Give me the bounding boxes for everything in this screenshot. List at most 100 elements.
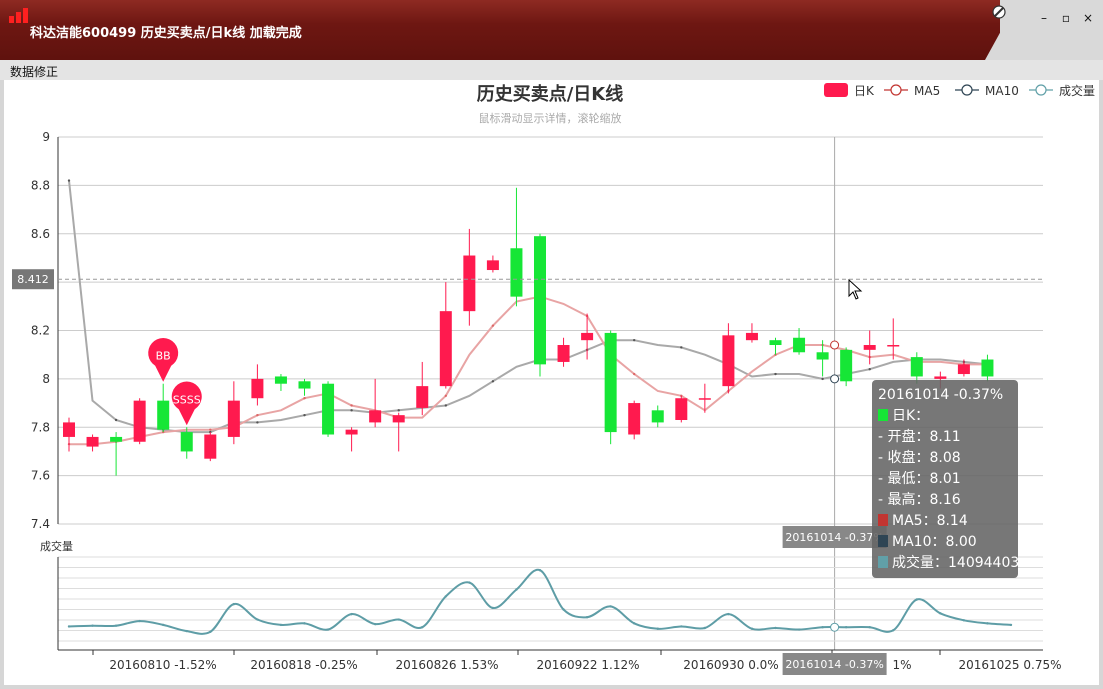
volume-axis-label: 成交量	[40, 539, 73, 553]
tooltip-row: - 最低：8.01	[878, 469, 1018, 490]
volume-point	[892, 629, 895, 632]
settings-disc-icon[interactable]	[992, 5, 1006, 19]
ma10-point	[821, 377, 824, 381]
close-button[interactable]: ×	[1080, 10, 1096, 26]
candle-body	[204, 434, 217, 459]
y-tick-label: 7.4	[31, 517, 50, 531]
window-title: 科达洁能600499 历史买卖点/日k线 加载完成	[30, 26, 302, 41]
chart-title: 历史买卖点/日K线	[477, 83, 624, 105]
volume-point	[256, 618, 259, 621]
candle-body	[251, 378, 264, 399]
maximize-button[interactable]: ▫	[1058, 10, 1074, 26]
legend-label-1: MA5	[914, 84, 940, 98]
candle-body	[934, 376, 947, 379]
candle-body	[863, 345, 876, 350]
volume-point	[585, 616, 589, 619]
ma5-point	[633, 372, 636, 376]
chart-tooltip: 20161014 -0.37% 日K： - 开盘：8.11 - 收盘：8.08 - 最低…	[872, 380, 1020, 578]
candle-body	[534, 236, 546, 365]
menu-bar: 数据修正	[0, 60, 1103, 80]
crosshair-price-label: 8.412	[17, 273, 49, 286]
y-tick-label: 7.8	[31, 420, 50, 434]
volume-point	[797, 628, 801, 631]
legend-marker-1	[890, 84, 902, 96]
app-logo-icon	[9, 8, 28, 23]
crosshair-date-label-bottom: 20161014 -0.37%	[785, 658, 883, 671]
volume-point	[656, 627, 659, 630]
candle-body	[416, 386, 429, 408]
tooltip-swatch	[878, 514, 888, 526]
volume-point	[633, 622, 636, 625]
tooltip-row-label: 成交量：14094403	[892, 555, 1020, 571]
volume-point	[373, 622, 377, 626]
candle-body	[581, 332, 594, 341]
ma10-point	[397, 409, 400, 412]
x-tick-label: 20160826 1.53%	[395, 658, 498, 672]
tooltip-row-label: - 最低：8.01	[878, 471, 961, 487]
candle-body	[722, 335, 735, 387]
volume-point	[444, 595, 447, 598]
ma10-point	[444, 404, 447, 407]
volume-point	[468, 581, 471, 584]
volume-point	[91, 624, 94, 627]
candle-body	[157, 400, 170, 430]
candle-body	[957, 364, 970, 375]
y-tick-label: 8	[42, 372, 50, 386]
mouse-cursor-icon	[848, 278, 863, 300]
x-tick-label: 20160810 -1.52%	[109, 658, 216, 672]
x-tick-label: 20160922 1.12%	[536, 658, 639, 672]
legend-label-0: 日K	[854, 84, 875, 98]
legend-swatch-kline	[824, 83, 848, 97]
tooltip-swatch	[878, 409, 888, 421]
volume-point	[609, 605, 612, 608]
ma5-point	[209, 428, 212, 431]
ma10-point	[680, 346, 683, 349]
ma10-point	[491, 380, 495, 383]
tooltip-row: - 最高：8.16	[878, 490, 1018, 511]
marker-label: SSSS	[173, 393, 201, 406]
marker-label: BB	[156, 350, 171, 363]
ma10-point	[303, 413, 306, 417]
volume-point	[397, 618, 400, 621]
tooltip-row-label: MA5：8.14	[892, 513, 968, 529]
ma10-point	[633, 338, 636, 342]
candle-body	[110, 436, 123, 442]
volume-point	[1009, 623, 1013, 627]
tooltip-row-label: MA10：8.00	[892, 534, 977, 550]
volume-point	[939, 612, 942, 615]
x-tick-label: 20160930 0.0%	[683, 658, 778, 672]
volume-point	[67, 625, 71, 628]
x-tick-label: 20160818 -0.25%	[250, 658, 357, 672]
volume-point	[844, 626, 848, 629]
chart-canvas[interactable]: 历史买卖点/日K线 鼠标滑动显示详情，滚轮缩放 日K MA5 MA10 成交量 7.4 7.6…	[4, 80, 1099, 685]
volume-point	[962, 619, 966, 622]
tooltip-swatch	[878, 535, 888, 547]
chart-subtitle: 鼠标滑动显示详情，滚轮缩放	[479, 111, 622, 125]
volume-point	[114, 624, 118, 627]
candle-body	[793, 337, 806, 353]
menu-item-data-correction[interactable]: 数据修正	[10, 63, 58, 80]
volume-point	[138, 619, 141, 623]
volume-point	[232, 602, 236, 606]
candle-body	[887, 345, 900, 347]
ma5-point	[491, 324, 495, 327]
x-tick-label: 20161025 0.75%	[958, 658, 1061, 672]
volume-point	[868, 626, 871, 629]
volume-point	[209, 630, 212, 634]
ma5-point	[350, 404, 353, 407]
volume-point	[515, 588, 518, 591]
minimize-button[interactable]: –	[1036, 10, 1052, 26]
crosshair-ma10-marker	[830, 374, 840, 384]
ma10-point	[256, 421, 259, 424]
tooltip-row-label: - 最高：8.16	[878, 492, 961, 508]
candle-body	[557, 345, 570, 362]
ma10-point	[350, 409, 353, 412]
volume-point	[326, 628, 330, 631]
volume-point	[680, 625, 683, 628]
volume-point	[279, 623, 283, 627]
volume-point	[821, 626, 824, 629]
legend-label-3: 成交量	[1059, 83, 1095, 98]
candle-body	[745, 332, 758, 341]
candle-body	[981, 359, 994, 377]
candle-body	[698, 398, 711, 400]
